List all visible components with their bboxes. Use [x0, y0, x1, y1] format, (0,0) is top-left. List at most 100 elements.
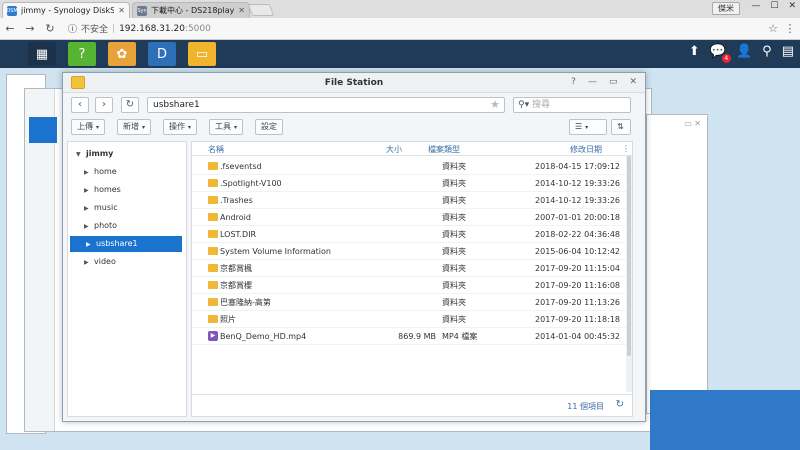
sort-icon: ⇅	[617, 122, 624, 131]
info-icon: ⓘ	[68, 25, 78, 35]
browser-addressbar: ← → ↻ ⓘ 不安全 | 192.168.31.20:5000 ☆ ⋮	[0, 18, 800, 40]
column-header-size[interactable]: 大小	[386, 144, 402, 155]
table-row[interactable]: 京都賞櫻 資料夾 2017-09-20 11:16:08	[192, 277, 632, 294]
folder-icon	[208, 281, 218, 289]
browser-tab-dsm[interactable]: DSM jimmy - Synology DiskS ✕	[2, 2, 130, 18]
browser-tabstrip: DSM jimmy - Synology DiskS ✕ Syn 下載中心 - …	[0, 0, 800, 18]
column-header-modified[interactable]: 修改日期	[570, 144, 602, 155]
favorite-star-icon[interactable]: ★	[490, 98, 500, 112]
path-input[interactable]: usbshare1 ★	[147, 97, 505, 113]
user-icon[interactable]: 👤	[736, 44, 752, 59]
table-row[interactable]: 京都賞楓 資料夾 2017-09-20 11:15:04	[192, 260, 632, 277]
maximize-icon[interactable]: ▭	[609, 77, 618, 87]
path-text: usbshare1	[153, 100, 200, 110]
close-icon[interactable]: ✕	[118, 6, 125, 15]
file-modified: 2018-04-15 17:09:12	[535, 162, 620, 171]
tree-item-photo[interactable]: ▶ photo	[68, 218, 184, 234]
file-name: .fseventsd	[220, 162, 262, 171]
tools-button[interactable]: 工具 ▾	[209, 119, 244, 135]
file-modified: 2017-09-20 11:13:26	[535, 298, 620, 307]
table-row[interactable]: .Trashes 資料夾 2014-10-12 19:33:26	[192, 192, 632, 209]
forward-button[interactable]: ›	[95, 97, 113, 113]
notification-icon[interactable]: 💬 4	[710, 44, 731, 63]
file-modified: 2014-01-04 00:45:32	[535, 332, 620, 341]
settings-button[interactable]: 設定	[255, 119, 283, 135]
file-modified: 2017-09-20 11:18:18	[535, 315, 620, 324]
tree-item-usbshare1[interactable]: ▶ usbshare1	[70, 236, 182, 252]
new-tab-button[interactable]	[247, 4, 275, 16]
table-row[interactable]: 照片 資料夾 2017-09-20 11:18:18	[192, 311, 632, 328]
search-placeholder: 搜尋	[531, 100, 550, 110]
upload-button[interactable]: 上傳 ▾	[71, 119, 106, 135]
view-mode-button[interactable]: ☰ ▾	[569, 119, 607, 135]
back-button[interactable]: ‹	[71, 97, 89, 113]
table-row[interactable]: 巴塞隆納-高第 資料夾 2017-09-20 11:13:26	[192, 294, 632, 311]
file-name: .Trashes	[220, 196, 253, 205]
widgets-icon[interactable]: ▤	[782, 44, 794, 59]
table-row[interactable]: LOST.DIR 資料夾 2018-02-22 04:36:48	[192, 226, 632, 243]
table-row[interactable]: Android 資料夾 2007-01-01 20:00:18	[192, 209, 632, 226]
minimize-icon[interactable]: —	[588, 77, 597, 87]
scrollbar-thumb[interactable]	[627, 156, 631, 356]
close-icon[interactable]: ✕	[788, 1, 796, 11]
chevron-right-icon: ▶	[84, 223, 89, 230]
browser-tab-download[interactable]: Syn 下載中心 - DS218play ✕	[132, 2, 250, 18]
tree-item-video[interactable]: ▶ video	[68, 254, 184, 270]
table-row[interactable]: .fseventsd 資料夾 2018-04-15 17:09:12	[192, 158, 632, 175]
item-count: 11 個項目	[567, 402, 604, 411]
table-row[interactable]: .Spotlight-V100 資料夾 2014-10-12 19:33:26	[192, 175, 632, 192]
reload-icon[interactable]: ↻	[40, 22, 60, 35]
window-controls: ▭ ✕	[684, 119, 701, 128]
file-list: 名稱 大小 檔案類型 修改日期 ⋮ .fseventsd 資料夾 2018-04-1…	[191, 141, 633, 417]
list-scrollbar[interactable]	[626, 156, 632, 392]
chevron-right-icon: ▶	[84, 169, 89, 176]
file-modified: 2018-02-22 04:36:48	[535, 230, 620, 239]
folder-icon	[208, 213, 218, 221]
browser-menu-icon[interactable]: ⋮	[784, 22, 796, 35]
main-menu-icon[interactable]: ▦	[28, 42, 56, 66]
file-type: 資料夾	[442, 162, 466, 171]
create-button[interactable]: 新增 ▾	[117, 119, 152, 135]
file-station-titlebar[interactable]: File Station ? — ▭ ✕	[63, 73, 645, 93]
help-icon[interactable]: ?	[571, 77, 576, 87]
desktop-wallpaper	[650, 390, 800, 450]
close-icon[interactable]: ✕	[629, 77, 637, 87]
column-options-icon[interactable]: ⋮	[622, 144, 630, 153]
profile-badge[interactable]: 傑米	[712, 2, 740, 15]
chevron-right-icon: ▶	[84, 259, 89, 266]
tree-item-homes[interactable]: ▶ homes	[68, 182, 184, 198]
table-row[interactable]: System Volume Information 資料夾 2015-06-04 1…	[192, 243, 632, 260]
back-arrow-icon[interactable]: ←	[0, 22, 20, 35]
search-icon[interactable]: ⚲	[762, 44, 772, 59]
chevron-right-icon: ▶	[86, 241, 91, 248]
tree-item-music[interactable]: ▶ music	[68, 200, 184, 216]
photo-station-icon[interactable]: ✿	[108, 42, 136, 66]
tree-item-home[interactable]: ▶ home	[68, 164, 184, 180]
search-input[interactable]: ⚲▾ 搜尋	[513, 97, 631, 113]
forward-arrow-icon[interactable]: →	[20, 22, 40, 35]
folder-icon	[208, 315, 218, 323]
download-station-icon[interactable]: D	[148, 42, 176, 66]
file-type: 資料夾	[442, 298, 466, 307]
minimize-icon[interactable]: —	[751, 1, 760, 11]
bookmark-star-icon[interactable]: ☆	[768, 22, 778, 35]
refresh-icon[interactable]: ↻	[616, 399, 624, 410]
chevron-right-icon: ▶	[84, 187, 89, 194]
control-panel-selected-item	[29, 117, 57, 143]
action-button[interactable]: 操作 ▾	[163, 119, 198, 135]
support-center-icon[interactable]: ?	[68, 42, 96, 66]
maximize-icon[interactable]: ☐	[770, 1, 778, 11]
sort-button[interactable]: ⇅	[611, 119, 631, 135]
file-station-icon[interactable]: ▭	[188, 42, 216, 66]
url-input[interactable]: ⓘ 不安全 | 192.168.31.20:5000	[64, 21, 768, 37]
column-header-type[interactable]: 檔案類型	[428, 144, 460, 155]
tree-root[interactable]: ▼ jimmy	[68, 146, 184, 162]
upload-queue-icon[interactable]: ⬆	[689, 44, 700, 59]
folder-icon	[208, 247, 218, 255]
close-icon[interactable]: ✕	[238, 6, 245, 15]
column-header-name[interactable]: 名稱	[208, 144, 224, 155]
table-row[interactable]: ▶ BenQ_Demo_HD.mp4 869.9 MB MP4 檔案 2014-01-0…	[192, 328, 632, 345]
refresh-button[interactable]: ↻	[121, 97, 139, 113]
file-size: 869.9 MB	[398, 332, 436, 341]
file-name: BenQ_Demo_HD.mp4	[220, 332, 307, 341]
